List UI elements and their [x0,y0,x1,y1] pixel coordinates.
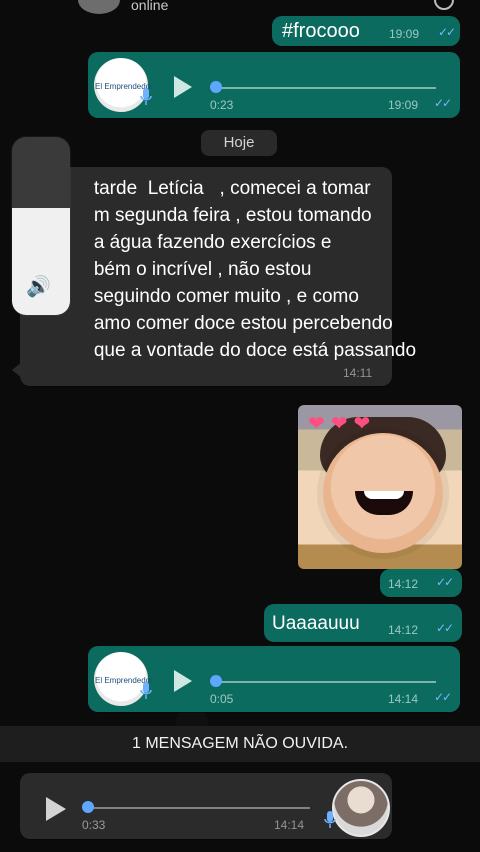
chat-header: online [0,0,480,14]
voice-message-outgoing[interactable]: El Emprendedor 0:05 14:14 ✓✓ [88,646,460,712]
voice-avatar [332,779,390,837]
mic-icon [140,88,152,105]
media-caption-bubble: 14:12 ✓✓ [380,569,462,597]
message-time: 19:09 [389,27,420,41]
image-message[interactable]: ❤❤❤ [298,405,462,569]
message-text: tarde Letícia , comecei a tomar m segund… [93,178,417,361]
message-time: 14:14 [388,692,419,706]
voice-progress-handle[interactable] [210,675,222,687]
voice-message-incoming[interactable]: 0:33 14:14 [20,773,392,839]
more-icon[interactable] [434,0,454,10]
message-time: 19:09 [388,98,419,112]
double-check-icon: ✓✓ [438,25,456,39]
message-bubble-outgoing[interactable]: #frocooo 19:09 ✓✓ [272,16,460,46]
speaker-icon: 🔊 [26,276,51,298]
voice-duration: 0:05 [210,692,234,706]
hearts-stickers: ❤❤❤ [308,413,377,435]
voice-progress-handle[interactable] [82,801,94,813]
voice-track[interactable] [212,681,436,683]
play-icon[interactable] [174,670,192,692]
volume-control[interactable]: 🔊 [12,137,70,315]
message-text: #frocooo [282,20,360,42]
message-time: 14:11 [343,366,373,380]
message-text: Uaaaauuu [272,613,360,634]
contact-status: online [131,0,169,13]
double-check-icon: ✓✓ [436,621,454,635]
double-check-icon: ✓✓ [434,690,452,704]
mic-icon [324,811,336,828]
image-teeth [364,491,404,499]
double-check-icon: ✓✓ [436,575,454,589]
mic-icon [140,682,152,699]
voice-duration: 0:23 [210,98,234,112]
message-bubble-incoming[interactable]: tarde Letícia , comecei a tomar m segund… [12,167,416,386]
unread-banner: 1 MENSAGEM NÃO OUVIDA. [0,726,480,762]
voice-track[interactable] [86,807,310,809]
play-icon[interactable] [174,76,192,98]
voice-message-outgoing[interactable]: El Emprendedor 0:23 19:09 ✓✓ [88,52,460,118]
message-time: 14:14 [274,818,305,832]
contact-avatar[interactable] [78,0,120,14]
play-icon[interactable] [46,797,66,821]
voice-progress-handle[interactable] [210,81,222,93]
voice-duration: 0:33 [82,818,106,832]
message-bubble-outgoing[interactable]: Uaaaauuu 14:12 ✓✓ [264,604,462,642]
double-check-icon: ✓✓ [434,96,452,110]
voice-track[interactable] [212,87,436,89]
date-separator: Hoje [201,130,277,156]
message-time: 14:12 [388,577,419,591]
message-time: 14:12 [388,623,419,637]
